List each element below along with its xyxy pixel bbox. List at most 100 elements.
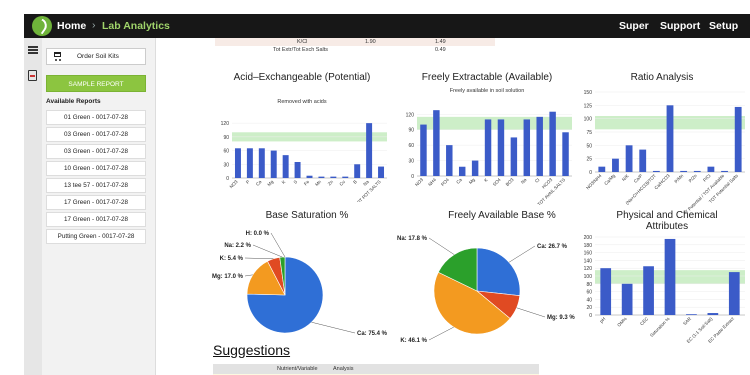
order-soil-kits-button[interactable]: Order Soil Kits xyxy=(46,48,146,65)
report-item[interactable]: 17 Green - 0017-07-28 xyxy=(46,195,146,210)
logo-icon[interactable] xyxy=(32,16,52,36)
chart-title-freely-extractable: Freely Extractable (Available) xyxy=(421,72,553,83)
y-tick-label: 30 xyxy=(408,159,414,165)
y-tick-label: 60 xyxy=(223,149,229,155)
x-tick-label: Fe xyxy=(303,179,311,187)
x-tick-label: S xyxy=(293,179,299,185)
report-item[interactable]: 10 Green - 0017-07-28 xyxy=(46,161,146,176)
bar xyxy=(246,148,253,178)
home-link[interactable]: Home xyxy=(57,20,86,32)
cart-icon xyxy=(54,52,61,61)
bar xyxy=(643,266,654,315)
bar xyxy=(294,162,301,178)
breadcrumb-lab-analytics[interactable]: Lab Analytics xyxy=(102,20,170,32)
bar xyxy=(446,145,453,176)
y-tick-label: 120 xyxy=(584,266,593,272)
bar xyxy=(686,314,697,315)
y-tick-label: 140 xyxy=(584,258,593,264)
x-tick-label: CEC xyxy=(639,316,650,327)
y-tick-label: 180 xyxy=(584,243,593,249)
bar xyxy=(625,145,633,172)
x-tick-label: SAR xyxy=(682,316,693,327)
report-content: K/Cl 1.90 1.49 Tot Extr/Tot Exch Salts 0… xyxy=(157,38,750,375)
x-tick-label: OM% xyxy=(616,316,627,327)
x-tick-label: PO4 xyxy=(440,177,450,187)
pie-label: Na: 17.8 % xyxy=(397,236,428,242)
bar xyxy=(420,124,427,176)
bar xyxy=(497,119,505,176)
bar xyxy=(378,166,385,178)
y-tick-label: 0 xyxy=(411,174,414,180)
pie-label: Mg: 17.0 % xyxy=(212,274,244,280)
x-tick-label: P/Cl xyxy=(702,173,712,183)
bar xyxy=(721,170,728,172)
nav-setup[interactable]: Setup xyxy=(709,20,738,32)
table-cell-label: Tot Extr/Tot Exch Salts xyxy=(273,47,329,53)
bar xyxy=(707,313,719,315)
y-tick-label: 25 xyxy=(586,157,592,163)
x-tick-label: Mg xyxy=(468,177,476,185)
bar xyxy=(318,176,325,178)
x-tick-label: Ca xyxy=(455,177,463,185)
chart-title-physical-chemical: Physical and Chemical Attributes xyxy=(616,210,718,232)
x-tick-label: Cu xyxy=(338,179,346,187)
x-tick-label: Saturation % xyxy=(649,316,671,338)
bar xyxy=(612,158,619,172)
report-item[interactable]: 01 Green - 0017-07-28 xyxy=(46,110,146,125)
x-tick-label: Ca/P xyxy=(633,173,644,184)
pie-label: Na: 2.2 % xyxy=(224,243,251,249)
report-item[interactable]: 03 Green - 0017-07-28 xyxy=(46,127,146,142)
bar xyxy=(433,110,440,176)
chart-subtitle: Removed with acids xyxy=(277,99,327,105)
freely-available-base-pie-chart: Ca: 26.7 % Mg: 9.3 % K: 46.1 % Na: 17.8 % xyxy=(397,236,575,344)
order-soil-kits-label: Order Soil Kits xyxy=(77,53,119,60)
nav-support[interactable]: Support xyxy=(660,20,700,32)
y-tick-label: 200 xyxy=(584,235,593,241)
table-row: Tot Extr/Tot Exch Salts 0.49 xyxy=(215,46,495,54)
x-tick-label: K xyxy=(483,177,489,183)
pie-label: Ca: 26.7 % xyxy=(537,244,568,250)
target-range-band xyxy=(417,116,572,130)
table-cell-value: 0.49 xyxy=(435,47,446,53)
chart-title-freely-available-base: Freely Available Base % xyxy=(448,210,556,221)
suggestions-heading: Suggestions xyxy=(213,342,291,358)
pie-label: K: 46.1 % xyxy=(400,338,427,344)
bar xyxy=(234,148,241,178)
pie-leader-line xyxy=(428,326,454,341)
available-reports-heading: Available Reports xyxy=(46,98,101,105)
hamburger-menu-icon[interactable] xyxy=(28,46,38,54)
bar xyxy=(330,176,337,178)
bar xyxy=(306,175,313,178)
ratio-analysis-bar-chart: 0255075100125150NO3/NH4 Ca/Mg N/K Ca/P(Na+C… xyxy=(584,90,745,213)
pie-slice xyxy=(476,247,521,296)
chart-title-acid-exchangeable: Acid–Exchangeable (Potential) xyxy=(233,72,371,83)
chart-title-ratio-analysis: Ratio Analysis xyxy=(630,72,694,83)
nav-super[interactable]: Super xyxy=(619,20,649,32)
x-tick-label: NO3 xyxy=(229,179,239,189)
x-tick-label: Ca/HCO3 xyxy=(653,173,671,191)
x-tick-label: NO3/NH4 xyxy=(585,173,603,191)
report-item[interactable]: 13 tee 57 - 0017-07-28 xyxy=(46,178,146,193)
bar xyxy=(484,119,492,176)
y-tick-label: 20 xyxy=(586,305,592,311)
bar xyxy=(707,166,715,172)
bar xyxy=(734,106,742,172)
bar xyxy=(366,123,373,178)
report-item[interactable]: 03 Green - 0017-07-28 xyxy=(46,144,146,159)
bar xyxy=(270,150,277,178)
pie-label: K: 5.4 % xyxy=(220,256,244,262)
bar xyxy=(471,160,479,176)
top-navbar: Home › Lab Analytics Super Support Setup xyxy=(24,14,750,38)
table-cell-value: 1.49 xyxy=(435,39,446,45)
report-item[interactable]: 17 Green - 0017-07-28 xyxy=(46,212,146,227)
report-item[interactable]: Putting Green - 0017-07-28 xyxy=(46,229,146,244)
x-tick-label: P xyxy=(245,179,251,185)
sample-report-button[interactable]: SAMPLE REPORT xyxy=(46,75,146,92)
bar xyxy=(598,166,606,172)
y-tick-label: 100 xyxy=(584,117,593,123)
x-tick-label: B xyxy=(352,179,358,185)
pdf-icon[interactable] xyxy=(28,70,37,81)
x-tick-label: BO3 xyxy=(505,177,515,187)
x-tick-label: NH4 xyxy=(427,177,437,187)
x-tick-label: P/Zn xyxy=(688,173,699,184)
